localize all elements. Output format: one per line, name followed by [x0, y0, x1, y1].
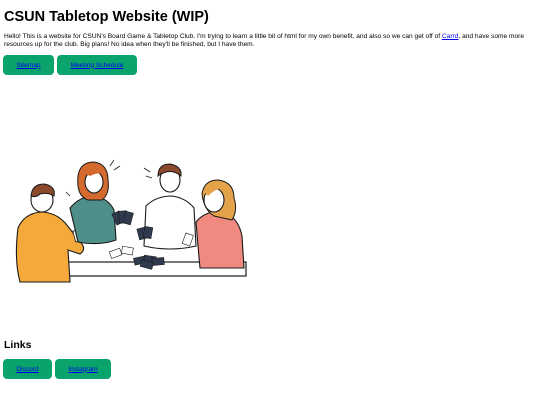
- sitemap-link[interactable]: Sitemap: [16, 62, 40, 69]
- sitemap-button[interactable]: Sitemap: [3, 55, 54, 75]
- meeting-schedule-button[interactable]: Meeting Schedule: [57, 55, 137, 75]
- page: CSUN Tabletop Website (WIP) Hello! This …: [0, 0, 540, 405]
- instagram-link[interactable]: Instagram: [68, 366, 97, 373]
- discord-link[interactable]: Discord: [16, 366, 38, 373]
- instagram-button[interactable]: Instagram: [55, 359, 111, 379]
- link-buttons: Discord Instagram: [3, 359, 111, 379]
- links-heading: Links: [4, 339, 32, 351]
- player-right: [195, 179, 245, 269]
- carrd-link[interactable]: Carrd: [442, 33, 459, 40]
- player-red-hair: [69, 161, 134, 245]
- discord-button[interactable]: Discord: [3, 359, 52, 379]
- intro-text-before: Hello! This is a website for CSUN's Boar…: [4, 33, 442, 40]
- page-title: CSUN Tabletop Website (WIP): [4, 9, 209, 25]
- board-game-illustration: [15, 159, 247, 283]
- meeting-schedule-link[interactable]: Meeting Schedule: [71, 62, 124, 69]
- player-white-shirt: [136, 163, 197, 250]
- nav-buttons: Sitemap Meeting Schedule: [3, 55, 137, 75]
- intro-paragraph: Hello! This is a website for CSUN's Boar…: [4, 33, 538, 49]
- fan-of-cards-2: [136, 226, 154, 241]
